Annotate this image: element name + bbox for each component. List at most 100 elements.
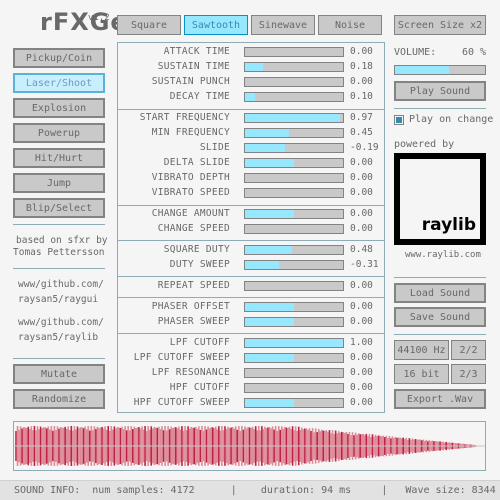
param-slider[interactable] <box>244 143 344 153</box>
param-value: 0.00 <box>350 397 373 408</box>
credit-line-2: Tomas Pettersson <box>13 247 105 258</box>
play-on-change-checkbox[interactable] <box>394 115 404 125</box>
section-divider <box>118 205 384 206</box>
param-slider[interactable] <box>244 317 344 327</box>
param-label: DELTA SLIDE <box>163 157 230 168</box>
param-value: 0.18 <box>350 61 373 72</box>
raylib-url[interactable]: www.raylib.com <box>405 250 481 260</box>
preset-explosion-button[interactable]: Explosion <box>13 98 105 118</box>
param-row: SLIDE -0.19 <box>118 142 384 154</box>
bit-depth-button[interactable]: 16 bit <box>394 364 449 384</box>
volume-slider[interactable] <box>394 65 486 75</box>
param-value: 0.97 <box>350 112 373 123</box>
param-slider[interactable] <box>244 47 344 57</box>
param-slider[interactable] <box>244 398 344 408</box>
preset-jump-button[interactable]: Jump <box>13 173 105 193</box>
app-version: v1.2 <box>88 13 110 23</box>
status-wave-size: Wave size: 8344 bytes <box>405 485 496 496</box>
waveform-svg <box>14 426 485 466</box>
param-slider-fill <box>245 144 285 152</box>
raygui-link-2[interactable]: raysan5/raygui <box>18 294 98 305</box>
load-sound-button[interactable]: Load Sound <box>394 283 486 303</box>
preset-hit-hurt-button[interactable]: Hit/Hurt <box>13 148 105 168</box>
param-slider[interactable] <box>244 158 344 168</box>
param-slider[interactable] <box>244 77 344 87</box>
randomize-button[interactable]: Randomize <box>13 389 105 409</box>
param-slider[interactable] <box>244 302 344 312</box>
param-row: ATTACK TIME 0.00 <box>118 46 384 58</box>
param-slider-fill <box>245 318 294 326</box>
param-row: PHASER OFFSET 0.00 <box>118 301 384 313</box>
param-slider[interactable] <box>244 173 344 183</box>
param-label: CHANGE AMOUNT <box>151 208 230 219</box>
param-slider[interactable] <box>244 209 344 219</box>
save-sound-button[interactable]: Save Sound <box>394 307 486 327</box>
param-row: CHANGE SPEED 0.00 <box>118 223 384 235</box>
param-slider[interactable] <box>244 128 344 138</box>
raylib-link-1[interactable]: www/github.com/ <box>18 317 104 328</box>
wave-sinewave-button[interactable]: Sinewave <box>251 15 315 35</box>
param-label: SUSTAIN TIME <box>157 61 230 72</box>
param-value: 0.00 <box>350 223 373 234</box>
section-divider <box>118 297 384 298</box>
mutate-button[interactable]: Mutate <box>13 364 105 384</box>
param-slider-fill <box>245 261 279 269</box>
preset-laser-shoot-button[interactable]: Laser/Shoot <box>13 73 105 93</box>
param-row: LPF RESONANCE 0.00 <box>118 367 384 379</box>
preset-pickup-coin-button[interactable]: Pickup/Coin <box>13 48 105 68</box>
param-value: 0.00 <box>350 280 373 291</box>
preset-powerup-button[interactable]: Powerup <box>13 123 105 143</box>
param-label: CHANGE SPEED <box>157 223 230 234</box>
param-row: SQUARE DUTY 0.48 <box>118 244 384 256</box>
play-sound-button[interactable]: Play Sound <box>394 81 486 101</box>
section-divider <box>118 276 384 277</box>
param-row: DELTA SLIDE 0.00 <box>118 157 384 169</box>
param-slider[interactable] <box>244 383 344 393</box>
param-slider-fill <box>245 93 255 101</box>
wave-sawtooth-button[interactable]: Sawtooth <box>184 15 248 35</box>
preset-blip-select-button[interactable]: Blip/Select <box>13 198 105 218</box>
param-row: VIBRATO DEPTH 0.00 <box>118 172 384 184</box>
bit-depth-index-button[interactable]: 2/3 <box>451 364 486 384</box>
param-label: HPF CUTOFF SWEEP <box>133 397 230 408</box>
param-slider[interactable] <box>244 224 344 234</box>
param-label: LPF CUTOFF <box>169 337 230 348</box>
param-label: PHASER OFFSET <box>151 301 230 312</box>
param-slider[interactable] <box>244 62 344 72</box>
wave-square-button[interactable]: Square <box>117 15 181 35</box>
param-slider[interactable] <box>244 245 344 255</box>
param-label: SQUARE DUTY <box>163 244 230 255</box>
export-wav-button[interactable]: Export .Wav <box>394 389 486 409</box>
param-slider[interactable] <box>244 368 344 378</box>
section-divider <box>118 240 384 241</box>
raylib-logo-text: raylib <box>421 215 476 235</box>
param-row: CHANGE AMOUNT 0.00 <box>118 208 384 220</box>
param-slider[interactable] <box>244 92 344 102</box>
param-slider[interactable] <box>244 281 344 291</box>
param-slider[interactable] <box>244 338 344 348</box>
raylib-logo[interactable]: raylib <box>394 153 486 245</box>
param-value: 0.00 <box>350 367 373 378</box>
param-value: 0.45 <box>350 127 373 138</box>
param-slider-fill <box>245 246 293 254</box>
param-slider[interactable] <box>244 188 344 198</box>
checkbox-check-mark <box>396 117 402 123</box>
param-value: -0.31 <box>350 259 379 270</box>
param-value: 0.48 <box>350 244 373 255</box>
param-label: HPF CUTOFF <box>169 382 230 393</box>
param-value: 0.00 <box>350 187 373 198</box>
param-row: START FREQUENCY 0.97 <box>118 112 384 124</box>
param-slider[interactable] <box>244 113 344 123</box>
param-slider[interactable] <box>244 260 344 270</box>
sample-rate-index-button[interactable]: 2/2 <box>451 340 486 360</box>
screen-size-button[interactable]: Screen Size x2 <box>394 15 486 35</box>
param-label: ATTACK TIME <box>163 46 230 57</box>
param-label: MIN FREQUENCY <box>151 127 230 138</box>
raylib-link-2[interactable]: raysan5/raylib <box>18 332 98 343</box>
wave-noise-button[interactable]: Noise <box>318 15 382 35</box>
sample-rate-button[interactable]: 44100 Hz <box>394 340 449 360</box>
raygui-link-1[interactable]: www/github.com/ <box>18 279 104 290</box>
credit-line-1: based on sfxr by <box>16 235 108 246</box>
param-slider[interactable] <box>244 353 344 363</box>
param-value: 0.00 <box>350 208 373 219</box>
